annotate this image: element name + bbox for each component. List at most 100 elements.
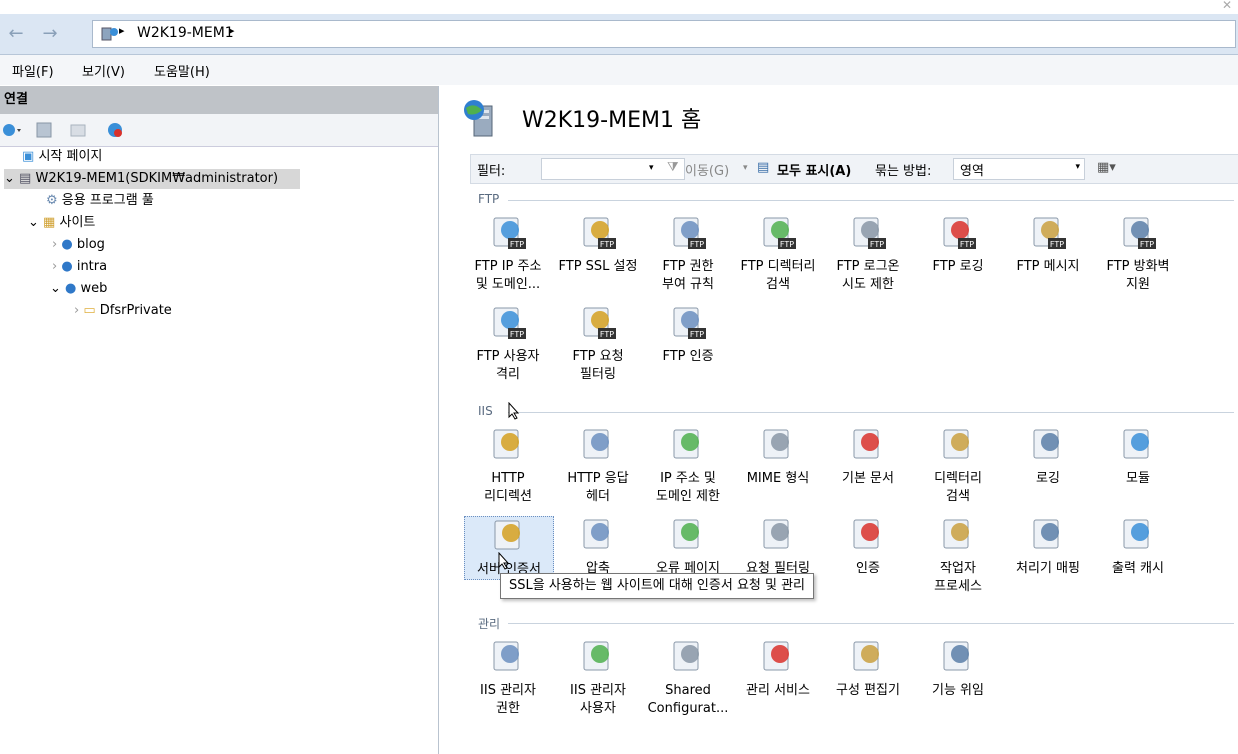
tree-item-sites[interactable]: ⌄ ▦ 사이트 <box>28 213 95 233</box>
tree-item-app-pools[interactable]: ⚙ 응용 프로그램 풀 <box>46 191 154 211</box>
feature-management-service[interactable]: 관리 서비스 <box>734 638 822 700</box>
feature-iis-manager-users[interactable]: IIS 관리자 사용자 <box>554 638 642 718</box>
feature-label-line1: 작업자 <box>940 561 976 576</box>
chevron-right-icon[interactable]: › <box>74 303 79 318</box>
feature-ftp-firewall[interactable]: FTP FTP 방화벽 지원 <box>1094 214 1182 294</box>
up-icon[interactable] <box>70 122 86 138</box>
configuration-editor-icon <box>853 641 879 671</box>
feature-ftp-messages[interactable]: FTP FTP 메시지 <box>1004 214 1092 276</box>
feature-ftp-logging[interactable]: FTP FTP 로깅 <box>914 214 1002 276</box>
feature-label-line2: Configurat... <box>647 701 729 716</box>
feature-label-line1: 구성 편집기 <box>836 683 900 698</box>
breadcrumb-separator-end[interactable]: ▸ <box>229 24 235 37</box>
menu-view[interactable]: 보기(V) <box>82 61 125 80</box>
server-home-icon <box>464 100 493 137</box>
folder-icon: ▭ <box>83 303 96 318</box>
go-dropdown-icon[interactable]: ▾ <box>743 163 748 173</box>
tree-item-server[interactable]: ⌄ ▤ W2K19-MEM1(SDKIM₩administrator) <box>4 169 300 189</box>
delete-connection-icon[interactable] <box>106 121 124 139</box>
feature-modules[interactable]: 모듈 <box>1094 426 1182 488</box>
feature-label-line2: 지원 <box>1126 277 1150 292</box>
filter-label: 필터: <box>477 164 506 179</box>
group-by-select[interactable]: 영역 ▾ <box>953 158 1085 180</box>
go-button[interactable]: 이동(G) <box>685 160 729 179</box>
show-all-button[interactable]: 모두 표시(A) <box>777 160 851 179</box>
feature-ip-domain-restrictions[interactable]: IP 주소 및 도메인 제한 <box>644 426 732 506</box>
filter-input[interactable] <box>541 158 685 180</box>
feature-worker-processes[interactable]: 작업자 프로세스 <box>914 516 1002 596</box>
feature-mime-types[interactable]: MIME 형식 <box>734 426 822 488</box>
tree-item-web[interactable]: ⌄ ● web <box>50 279 107 299</box>
feature-ftp-authorization[interactable]: FTP FTP 권한 부여 규칙 <box>644 214 732 294</box>
address-path[interactable]: W2K19-MEM1 <box>137 25 234 41</box>
globe-icon: ● <box>61 237 73 252</box>
ip-domain-restrictions-icon <box>673 429 699 459</box>
tree-item-blog[interactable]: › ● blog <box>52 235 105 255</box>
feature-directory-browsing[interactable]: 디렉터리 검색 <box>914 426 1002 506</box>
feature-ftp-directory-browsing[interactable]: FTP FTP 디렉터리 검색 <box>734 214 822 294</box>
feature-ftp-authentication[interactable]: FTP FTP 인증 <box>644 304 732 366</box>
feature-ftp-ssl[interactable]: FTP FTP SSL 설정 <box>554 214 642 276</box>
connect-icon[interactable] <box>2 122 24 138</box>
forward-button[interactable]: → <box>36 24 64 44</box>
chevron-down-icon[interactable]: ⌄ <box>50 281 61 296</box>
feature-label-line2: 필터링 <box>580 367 616 382</box>
svg-text:FTP: FTP <box>690 330 704 339</box>
default-document-icon <box>853 429 879 459</box>
feature-feature-delegation[interactable]: 기능 위임 <box>914 638 1002 700</box>
feature-ftp-request-filtering[interactable]: FTP FTP 요청 필터링 <box>554 304 642 384</box>
feature-ftp-user-isolation[interactable]: FTP FTP 사용자 격리 <box>464 304 552 384</box>
svg-text:FTP: FTP <box>510 240 524 249</box>
save-icon[interactable] <box>36 122 52 138</box>
svg-text:FTP: FTP <box>510 330 524 339</box>
feature-label-line2: 헤더 <box>586 489 610 504</box>
feature-authentication[interactable]: 인증 <box>824 516 912 578</box>
svg-text:FTP: FTP <box>690 240 704 249</box>
feature-logging[interactable]: 로깅 <box>1004 426 1092 488</box>
feature-error-pages[interactable]: 오류 페이지 <box>644 516 732 578</box>
feature-label-line2: 및 도메인... <box>475 277 541 292</box>
shared-configuration-icon <box>673 641 699 671</box>
feature-iis-manager-permissions[interactable]: IIS 관리자 권한 <box>464 638 552 718</box>
feature-label-line1: 인증 <box>856 561 880 576</box>
error-pages-icon <box>673 519 699 549</box>
feature-request-filtering[interactable]: 요청 필터링 <box>734 516 822 578</box>
tree-item-intra[interactable]: › ● intra <box>52 257 107 277</box>
feature-http-response-headers[interactable]: HTTP 응답 헤더 <box>554 426 642 506</box>
feature-server-certificates[interactable]: 서버 인증서 <box>464 516 554 580</box>
menu-file[interactable]: 파일(F) <box>12 61 54 80</box>
back-button[interactable]: ← <box>2 24 30 44</box>
filter-dropdown-icon[interactable]: ▾ <box>649 163 654 173</box>
feature-output-caching[interactable]: 출력 캐시 <box>1094 516 1182 578</box>
chevron-right-icon[interactable]: › <box>52 237 57 252</box>
close-icon[interactable]: ✕ <box>1222 0 1232 12</box>
feature-ftp-logon-attempts[interactable]: FTP FTP 로그온 시도 제한 <box>824 214 912 294</box>
group-by-label: 묶는 방법: <box>875 164 932 179</box>
chevron-down-icon[interactable]: ⌄ <box>28 215 39 230</box>
feature-label-line1: 출력 캐시 <box>1112 561 1164 576</box>
chevron-right-icon[interactable]: › <box>52 259 57 274</box>
menu-help[interactable]: 도움말(H) <box>154 61 210 80</box>
tree-item-dfsrprivate[interactable]: › ▭ DfsrPrivate <box>74 301 172 321</box>
address-box[interactable]: ▸ W2K19-MEM1 ▸ <box>92 20 1236 48</box>
feature-configuration-editor[interactable]: 구성 편집기 <box>824 638 912 700</box>
features-pane: W2K19-MEM1 홈 필터: ▾ ⧩ 이동(G) ▾ ▤ 모두 표시(A) … <box>442 86 1238 754</box>
feature-shared-configuration[interactable]: Shared Configurat... <box>644 638 732 718</box>
feature-label-line1: 모듈 <box>1126 471 1150 486</box>
feature-ftp-ip-restrictions[interactable]: FTP FTP IP 주소 및 도메인... <box>464 214 552 294</box>
feature-label-line2: 격리 <box>496 367 520 382</box>
show-all-icon: ▤ <box>757 160 770 175</box>
ftp-ssl-icon: FTP <box>583 217 616 249</box>
feature-label-line1: 관리 서비스 <box>746 683 810 698</box>
chevron-down-icon[interactable]: ⌄ <box>4 171 15 186</box>
app-pool-icon: ⚙ <box>46 193 58 208</box>
tree-item-start-page[interactable]: ▣ 시작 페이지 <box>22 147 102 167</box>
feature-default-document[interactable]: 기본 문서 <box>824 426 912 488</box>
feature-handler-mappings[interactable]: 처리기 매핑 <box>1004 516 1092 578</box>
address-bar: ← → ▸ W2K19-MEM1 ▸ <box>0 14 1238 55</box>
feature-compression[interactable]: 압축 <box>554 516 642 578</box>
feature-http-redirect[interactable]: HTTP 리디렉션 <box>464 426 552 506</box>
view-icon[interactable]: ▦▾ <box>1097 160 1116 175</box>
svg-text:FTP: FTP <box>1050 240 1064 249</box>
feature-label-line1: 처리기 매핑 <box>1016 561 1080 576</box>
